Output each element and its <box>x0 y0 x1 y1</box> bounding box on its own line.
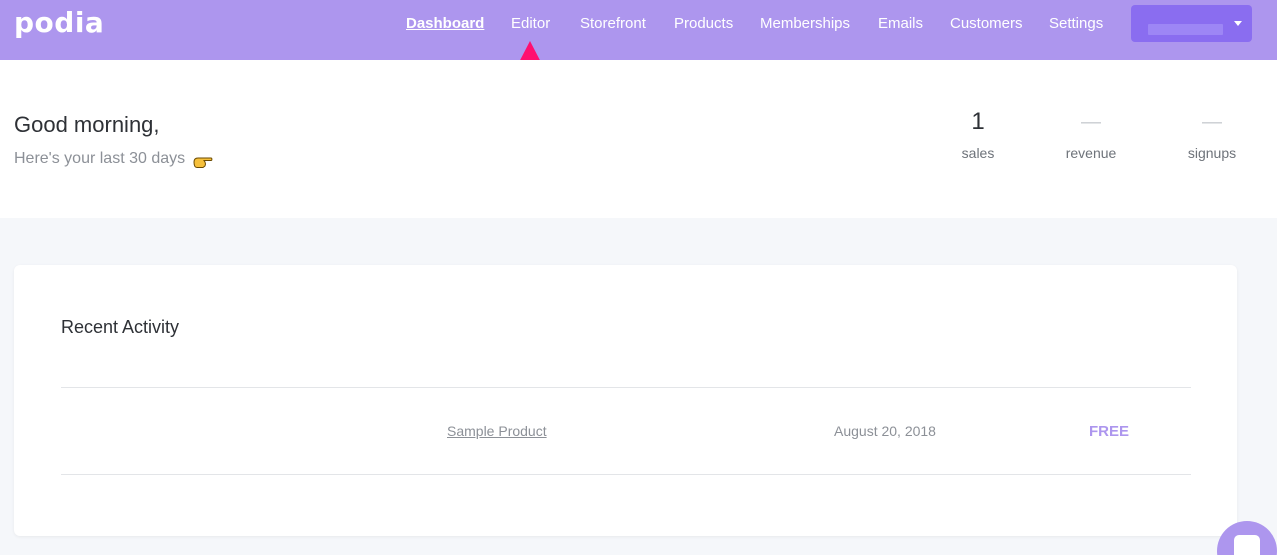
nav-storefront[interactable]: Storefront <box>580 15 646 32</box>
stat-signups-label: signups <box>1187 145 1237 161</box>
stat-signups-value: — <box>1202 111 1222 133</box>
stat-signups: — signups <box>1167 107 1257 161</box>
nav-products[interactable]: Products <box>674 15 733 32</box>
dashboard-summary: Good morning, Here's your last 30 days 1… <box>0 60 1277 218</box>
recent-activity-title: Recent Activity <box>61 317 180 337</box>
pointing-hand-icon <box>193 157 213 168</box>
chat-icon <box>1234 535 1260 555</box>
stat-sales-value: 1 <box>971 108 985 135</box>
nav-dashboard[interactable]: Dashboard <box>406 15 484 32</box>
nav-editor[interactable]: Editor <box>511 15 550 32</box>
greeting-heading: Good morning, <box>14 112 160 137</box>
stat-revenue: — revenue <box>1046 107 1136 161</box>
nav-memberships[interactable]: Memberships <box>760 15 850 32</box>
activity-price-badge: FREE <box>1089 423 1130 440</box>
activity-date: August 20, 2018 <box>834 423 936 439</box>
nav-emails[interactable]: Emails <box>878 15 923 32</box>
divider <box>61 474 1191 475</box>
podia-logo[interactable]: podia <box>14 6 104 39</box>
stat-revenue-label: revenue <box>1065 145 1117 161</box>
caret-down-icon <box>1234 21 1242 26</box>
divider <box>61 387 1191 388</box>
stat-sales: 1 sales <box>933 107 1023 161</box>
redacted-account-name <box>1148 24 1223 35</box>
account-dropdown[interactable] <box>1131 5 1252 42</box>
stat-revenue-value: — <box>1081 111 1101 133</box>
period-subtitle: Here's your last 30 days <box>14 150 186 167</box>
top-nav-bar: podia Dashboard Editor Storefront Produc… <box>0 0 1277 60</box>
chat-launcher-button[interactable] <box>1217 521 1277 555</box>
nav-customers[interactable]: Customers <box>950 15 1023 32</box>
nav-settings[interactable]: Settings <box>1049 15 1103 32</box>
stat-sales-label: sales <box>961 145 995 161</box>
product-link[interactable]: Sample Product <box>447 423 547 439</box>
recent-activity-card: Recent Activity Sample Product August 20… <box>14 265 1237 536</box>
